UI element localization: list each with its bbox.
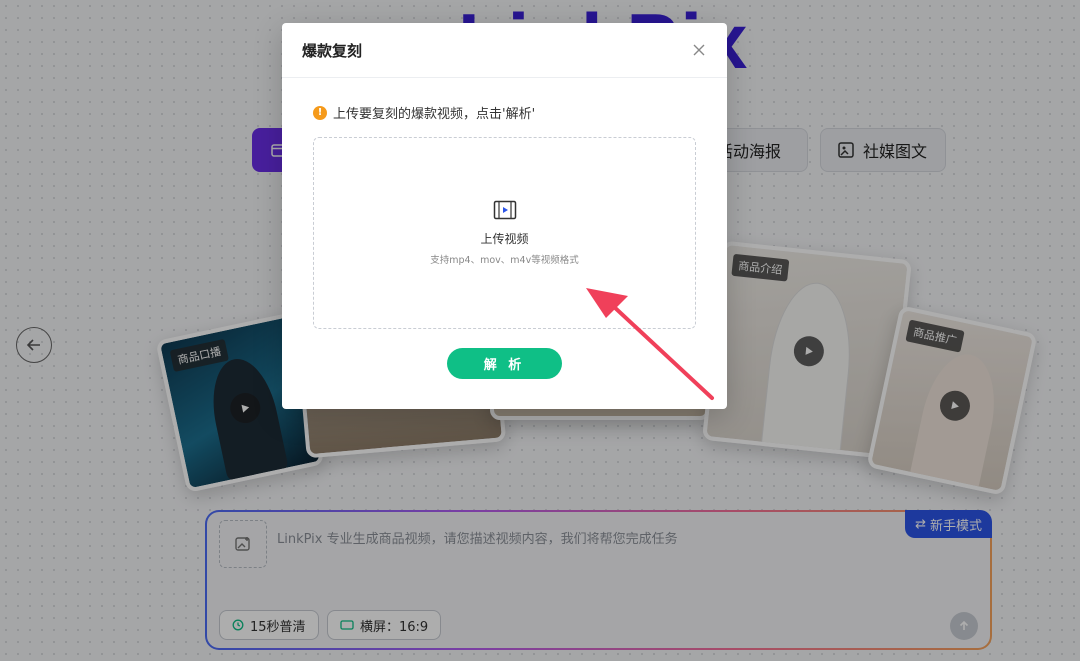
app-page: LinkPix 活动海报 社媒图文 商品口播 商品介绍 商品推广 [0, 0, 1080, 661]
upload-hint: ! 上传要复刻的爆款视频，点击'解析' [313, 103, 535, 122]
video-file-icon [493, 200, 517, 224]
close-button[interactable] [689, 40, 709, 60]
dialog-header: 爆款复刻 [282, 23, 727, 78]
video-dropzone[interactable]: 上传视频 支持mp4、mov、m4v等视频格式 [313, 137, 696, 329]
upload-title: 上传视频 [480, 232, 529, 246]
warning-icon: ! [313, 105, 327, 120]
upload-formats: 支持mp4、mov、m4v等视频格式 [430, 255, 579, 266]
close-icon [693, 44, 705, 56]
viral-replicate-dialog: 爆款复刻 ! 上传要复刻的爆款视频，点击'解析' 上传视频 支持mp4、mov、… [282, 23, 727, 409]
dialog-title: 爆款复刻 [302, 41, 363, 60]
hint-text: 上传要复刻的爆款视频，点击'解析' [333, 107, 536, 122]
parse-button[interactable]: 解 析 [447, 348, 562, 379]
